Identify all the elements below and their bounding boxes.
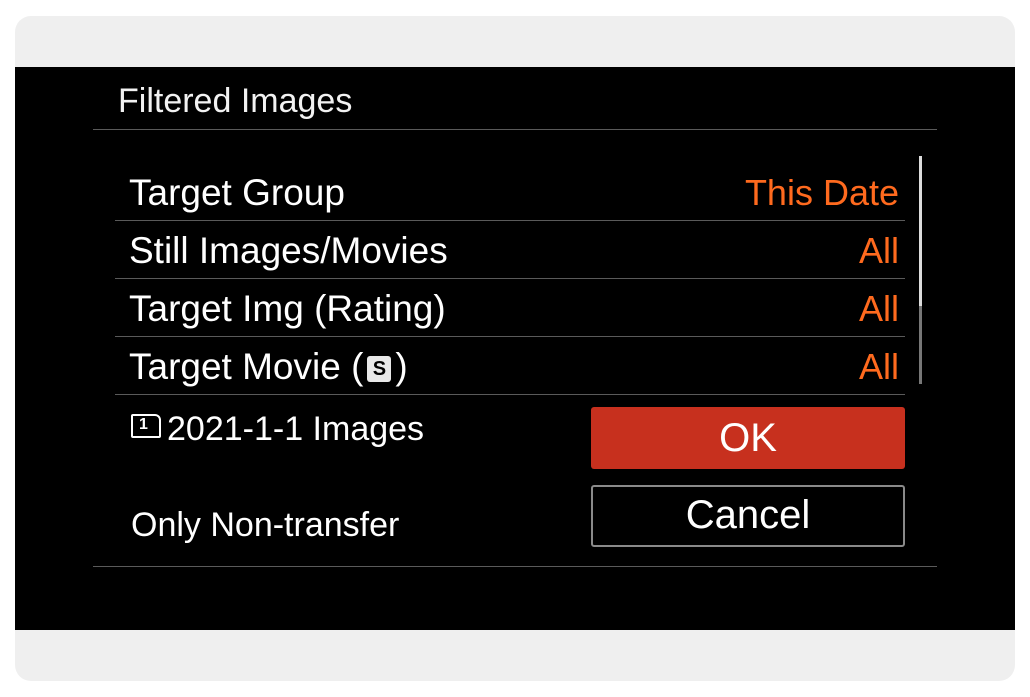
row-still-images-movies[interactable]: Still Images/Movies All <box>115 221 905 279</box>
s-format-icon: S <box>367 356 392 382</box>
row-target-img-rating[interactable]: Target Img (Rating) All <box>115 279 905 337</box>
title-divider <box>93 129 937 130</box>
row-label: Target Img (Rating) <box>129 288 446 329</box>
row-label: Target Group <box>129 172 345 213</box>
transfer-filter-note: Only Non-transfer <box>131 506 400 544</box>
summary-text: 2021-1-1 Images <box>167 410 425 448</box>
row-label: Target Movie (S) <box>129 345 408 389</box>
row-label: Still Images/Movies <box>129 230 448 271</box>
card-slot-number: 1 <box>139 416 148 433</box>
row-value: This Date <box>744 172 899 213</box>
memory-card-slot-icon: 1 <box>131 414 161 438</box>
row-target-movie[interactable]: Target Movie (S) All <box>115 337 905 395</box>
row-value: All <box>858 288 899 329</box>
row-target-group[interactable]: Target Group This Date <box>115 163 905 221</box>
row-value: All <box>858 230 899 271</box>
camera-menu-screen: Filtered Images Target Group This Date S… <box>15 67 1015 630</box>
filter-summary: 1 2021-1-1 Images <box>131 409 424 449</box>
cancel-button[interactable]: Cancel <box>591 485 905 547</box>
bottom-divider <box>93 566 937 567</box>
row-label-suffix: ) <box>395 346 408 387</box>
ok-button[interactable]: OK <box>591 407 905 469</box>
scrollbar-thumb[interactable] <box>919 156 922 306</box>
row-label-prefix: Target Movie ( <box>129 346 364 387</box>
scrollbar[interactable] <box>919 156 922 384</box>
row-value: All <box>858 346 899 387</box>
menu-title: Filtered Images <box>118 82 353 120</box>
device-frame: Filtered Images Target Group This Date S… <box>15 16 1015 681</box>
